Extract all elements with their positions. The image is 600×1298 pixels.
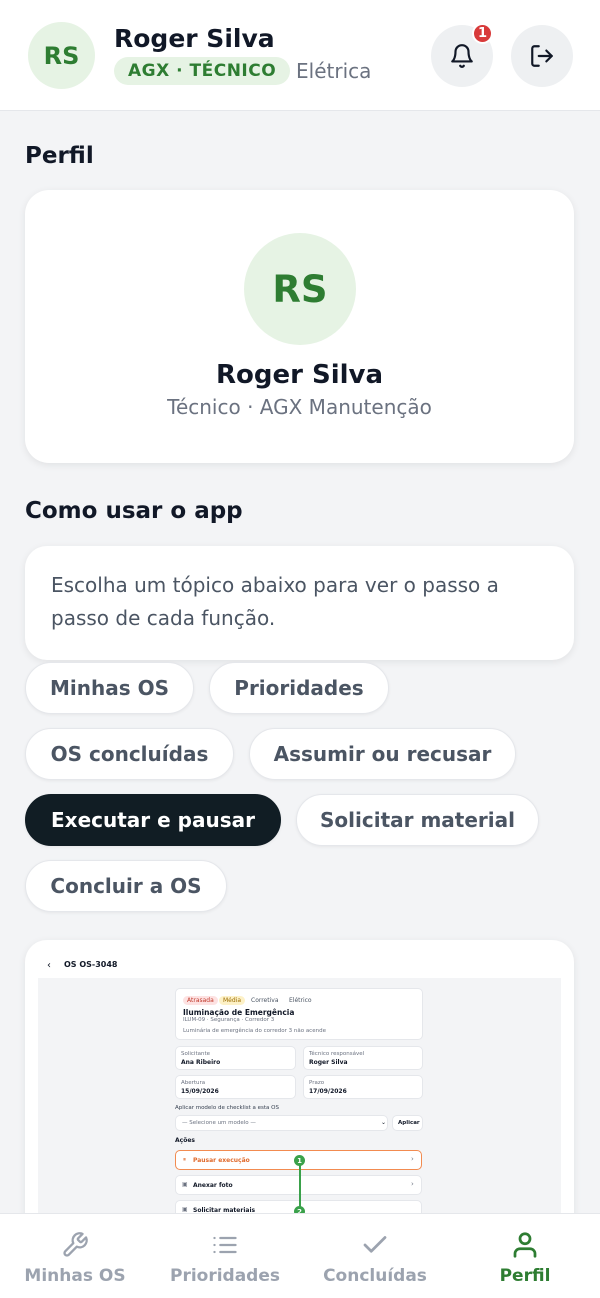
check-icon xyxy=(360,1230,390,1260)
topic-chip-concluir-os[interactable]: Concluir a OS xyxy=(25,860,227,912)
preview-chevron-right-icon-2: › xyxy=(411,1180,414,1188)
nav-item-concluidas[interactable]: Concluídas xyxy=(300,1214,450,1298)
preview-step-connector xyxy=(299,1161,301,1207)
preview-checklist-label: Aplicar modelo de checklist a esta OS xyxy=(175,1105,279,1111)
topic-chip-prioridades[interactable]: Prioridades xyxy=(209,662,389,714)
nav-item-perfil[interactable]: Perfil xyxy=(450,1214,600,1298)
preview-pause-icon: ⏸ xyxy=(183,1156,187,1163)
user-icon xyxy=(510,1230,540,1260)
preview-tech-label: Técnico responsável xyxy=(309,1051,365,1057)
topic-chip-assumir-recusar[interactable]: Assumir ou recusar xyxy=(249,728,516,780)
preview-content: Atrasada Média Corretiva Elétrico Ilumin… xyxy=(38,978,561,1240)
preview-apply-button: Aplicar xyxy=(392,1115,423,1131)
preview-title: OS OS-3048 xyxy=(64,960,118,969)
preview-select-chevron-icon: ⌄ xyxy=(381,1119,387,1126)
avatar: RS xyxy=(28,22,95,89)
profile-avatar: RS xyxy=(244,233,356,345)
preview-opened-box: Abertura 15/09/2026 xyxy=(175,1075,296,1099)
wrench-icon xyxy=(60,1230,90,1260)
preview-requester-label: Solicitante xyxy=(181,1051,211,1057)
logout-button[interactable] xyxy=(511,25,573,87)
preview-actions-label: Ações xyxy=(175,1137,195,1144)
preview-checklist-select: — Selecione um modelo — ⌄ xyxy=(175,1115,388,1131)
bottom-nav: Minhas OS Prioridades Concluídas Perfil xyxy=(0,1213,600,1298)
user-name: Roger Silva xyxy=(114,24,275,53)
preview-checklist-placeholder: — Selecione um modelo — xyxy=(182,1120,256,1126)
profile-name: Roger Silva xyxy=(215,360,384,390)
preview-os-sub: ILUM-09 · Segurança · Corredor 3 xyxy=(183,1017,275,1023)
list-icon xyxy=(210,1230,240,1260)
topic-chip-solicitar-material[interactable]: Solicitar material xyxy=(296,794,539,846)
notification-count-badge: 1 xyxy=(472,23,493,44)
preview-chevron-right-icon: › xyxy=(411,1155,414,1163)
topic-chip-minhas-os[interactable]: Minhas OS xyxy=(25,662,194,714)
preview-requester-box: Solicitante Ana Ribeiro xyxy=(175,1046,296,1070)
preview-os-name: Iluminação de Emergência xyxy=(183,1008,295,1017)
nav-label-perfil: Perfil xyxy=(499,1266,551,1286)
preview-requester: Ana Ribeiro xyxy=(181,1059,221,1066)
preview-box-icon: ▣ xyxy=(182,1206,188,1213)
preview-opened-label: Abertura xyxy=(181,1080,206,1086)
preview-tag-area: Elétrico xyxy=(289,997,312,1004)
preview-tech: Roger Silva xyxy=(309,1059,348,1066)
app-header: RS Roger Silva AGX · TÉCNICO Elétrica 1 xyxy=(0,0,600,111)
preview-back-icon: ‹ xyxy=(47,960,51,971)
nav-item-minhas-os[interactable]: Minhas OS xyxy=(0,1214,150,1298)
role-badge: AGX · TÉCNICO xyxy=(114,57,291,85)
preview-action-pause-label: Pausar execução xyxy=(193,1157,250,1164)
profile-card: RS Roger Silva Técnico · AGX Manutenção xyxy=(25,190,574,463)
preview-tech-box: Técnico responsável Roger Silva xyxy=(303,1046,423,1070)
preview-os-card: Atrasada Média Corretiva Elétrico Ilumin… xyxy=(175,988,423,1040)
preview-due: 17/09/2026 xyxy=(309,1088,347,1095)
tutorial-preview-card: ‹ OS OS-3048 Atrasada Média Corretiva El… xyxy=(25,940,574,1240)
preview-opened: 15/09/2026 xyxy=(181,1088,219,1095)
preview-due-label: Prazo xyxy=(309,1080,325,1086)
nav-label-concluidas: Concluídas xyxy=(323,1266,427,1286)
help-section-title: Como usar o app xyxy=(25,498,243,524)
preview-tag-type: Corretiva xyxy=(251,997,279,1004)
nav-label-prioridades: Prioridades xyxy=(169,1266,281,1286)
preview-tag-overdue: Atrasada xyxy=(183,996,218,1005)
preview-action-photo-label: Anexar foto xyxy=(193,1182,233,1189)
nav-item-prioridades[interactable]: Prioridades xyxy=(150,1214,300,1298)
preview-camera-icon: ▣ xyxy=(182,1181,188,1188)
profile-section-title: Perfil xyxy=(25,143,94,169)
preview-os-desc: Luminária de emergência do corredor 3 nã… xyxy=(183,1028,326,1034)
nav-label-minhas-os: Minhas OS xyxy=(24,1266,126,1286)
help-intro-card: Escolha um tópico abaixo para ver o pass… xyxy=(25,546,574,660)
help-intro-text: Escolha um tópico abaixo para ver o pass… xyxy=(51,573,499,630)
topic-chip-os-concluidas[interactable]: OS concluídas xyxy=(25,728,234,780)
bell-icon xyxy=(451,44,473,68)
preview-apply-label: Aplicar xyxy=(398,1120,420,1126)
preview-due-box: Prazo 17/09/2026 xyxy=(303,1075,423,1099)
preview-step-1: 1 xyxy=(294,1155,305,1166)
preview-tag-priority: Média xyxy=(219,996,246,1005)
logout-icon xyxy=(531,45,553,67)
topic-chip-executar-pausar[interactable]: Executar e pausar xyxy=(25,794,281,846)
user-area: Elétrica xyxy=(296,59,372,83)
profile-role: Técnico · AGX Manutenção xyxy=(167,395,432,419)
